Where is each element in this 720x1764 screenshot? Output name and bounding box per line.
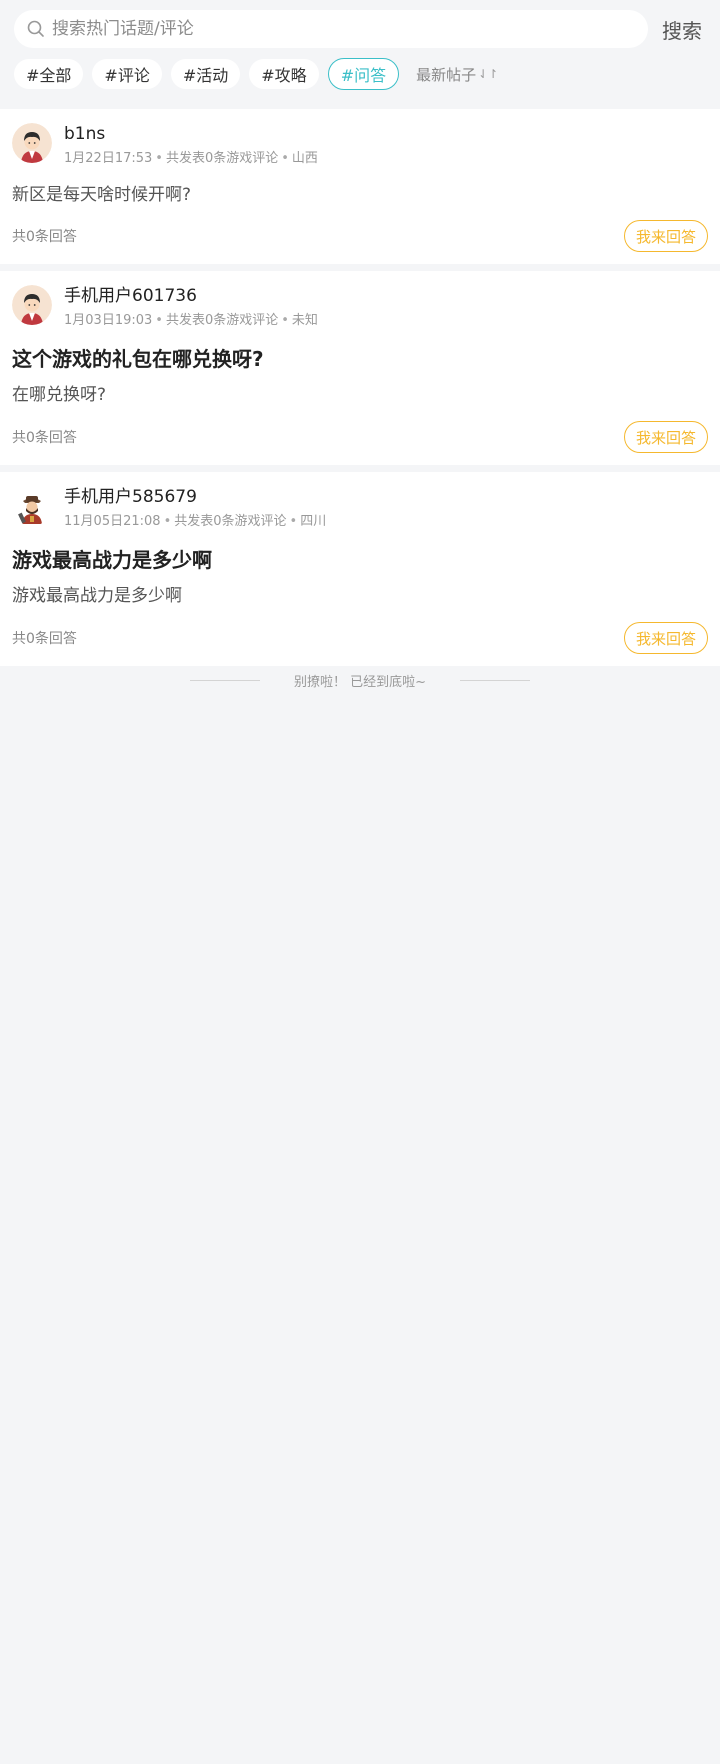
divider (189, 679, 260, 681)
search-button[interactable]: 搜索 (658, 15, 706, 44)
user-info: 手机用户585679 11月05日21:08 • 共发表0条游戏评论 • 四川 (64, 486, 326, 530)
post-location: 山西 (291, 151, 318, 166)
post-body: 游戏最高战力是多少啊 (12, 586, 182, 606)
tab-qa[interactable]: #问答 (327, 58, 400, 90)
post-title[interactable]: 这个游戏的礼包在哪兑换呀? (12, 345, 708, 373)
post-meta: 1月03日19:03 • 共发表0条游戏评论 • 未知 (64, 313, 318, 328)
search-icon (26, 19, 46, 39)
sort-arrows-icon: ⇃↾ (478, 67, 499, 81)
post-header: 手机用户601736 1月03日19:03 • 共发表0条游戏评论 • 未知 (12, 285, 708, 329)
user-info: 手机用户601736 1月03日19:03 • 共发表0条游戏评论 • 未知 (64, 285, 318, 329)
tab-all[interactable]: #全部 (14, 59, 84, 89)
avatar[interactable] (12, 285, 52, 325)
answer-count: 共0条回答 (12, 631, 77, 647)
post-meta: 1月22日17:53 • 共发表0条游戏评论 • 山西 (64, 151, 318, 166)
tab-events[interactable]: #活动 (170, 59, 241, 89)
end-of-list-text: 别撩啦！ 已经到底啦~ (293, 674, 427, 690)
post-stats: 共发表0条游戏评论 (174, 514, 287, 529)
sort-label: 最新帖子 (416, 65, 477, 84)
avatar[interactable] (12, 486, 52, 526)
search-row: 搜索 (14, 10, 706, 48)
post-header: b1ns 1月22日17:53 • 共发表0条游戏评论 • 山西 (12, 123, 708, 167)
divider (460, 679, 531, 681)
post-time: 1月22日17:53 (64, 151, 153, 166)
search-box[interactable] (14, 10, 648, 48)
post-location: 未知 (291, 313, 318, 328)
answer-count: 共0条回答 (12, 229, 77, 245)
post-meta: 11月05日21:08 • 共发表0条游戏评论 • 四川 (64, 514, 327, 529)
post-item[interactable]: b1ns 1月22日17:53 • 共发表0条游戏评论 • 山西 新区是每天啥时候开啊?… (0, 109, 720, 264)
answer-button[interactable]: 我来回答 (623, 421, 708, 453)
avatar[interactable] (12, 123, 52, 163)
post-footer: 共0条回答 我来回答 (12, 421, 708, 453)
post-header: 手机用户585679 11月05日21:08 • 共发表0条游戏评论 • 四川 (12, 486, 708, 530)
post-body: 新区是每天啥时候开啊? (12, 185, 192, 205)
search-input[interactable] (52, 19, 648, 39)
post-item[interactable]: 手机用户601736 1月03日19:03 • 共发表0条游戏评论 • 未知 这个游戏的… (0, 271, 720, 465)
post-stats: 共发表0条游戏评论 (165, 313, 279, 328)
post-body: 在哪兑换呀? (12, 385, 107, 405)
username[interactable]: 手机用户601736 (64, 285, 318, 307)
post-time: 11月05日21:08 (64, 514, 161, 529)
username[interactable]: b1ns (64, 123, 318, 145)
tab-guides[interactable]: #攻略 (249, 59, 319, 89)
answer-button[interactable]: 我来回答 (623, 220, 708, 252)
sort-toggle[interactable]: 最新帖子 ⇃↾ (416, 64, 498, 85)
user-info: b1ns 1月22日17:53 • 共发表0条游戏评论 • 山西 (64, 123, 318, 167)
username[interactable]: 手机用户585679 (64, 486, 326, 508)
post-list: b1ns 1月22日17:53 • 共发表0条游戏评论 • 山西 新区是每天啥时候开啊?… (0, 109, 720, 666)
post-stats: 共发表0条游戏评论 (165, 151, 279, 166)
header: 搜索 #全部 #评论 #活动 #攻略 #问答 最新帖子 ⇃↾ (0, 0, 720, 90)
post-footer: 共0条回答 我来回答 (12, 622, 708, 654)
tab-comments[interactable]: #评论 (92, 59, 162, 89)
page: 搜索 #全部 #评论 #活动 #攻略 #问答 最新帖子 ⇃↾ (0, 0, 720, 1764)
post-time: 1月03日19:03 (64, 313, 153, 328)
post-location: 四川 (300, 514, 327, 529)
post-title[interactable]: 游戏最高战力是多少啊 (12, 546, 708, 574)
answer-button[interactable]: 我来回答 (623, 622, 708, 654)
filter-tabs: #全部 #评论 #活动 #攻略 #问答 最新帖子 ⇃↾ (14, 58, 706, 90)
answer-count: 共0条回答 (12, 430, 77, 446)
post-footer: 共0条回答 我来回答 (12, 220, 708, 252)
post-item[interactable]: 手机用户585679 11月05日21:08 • 共发表0条游戏评论 • 四川 游戏最高… (0, 472, 720, 666)
end-of-list: 别撩啦！ 已经到底啦~ (0, 669, 720, 691)
